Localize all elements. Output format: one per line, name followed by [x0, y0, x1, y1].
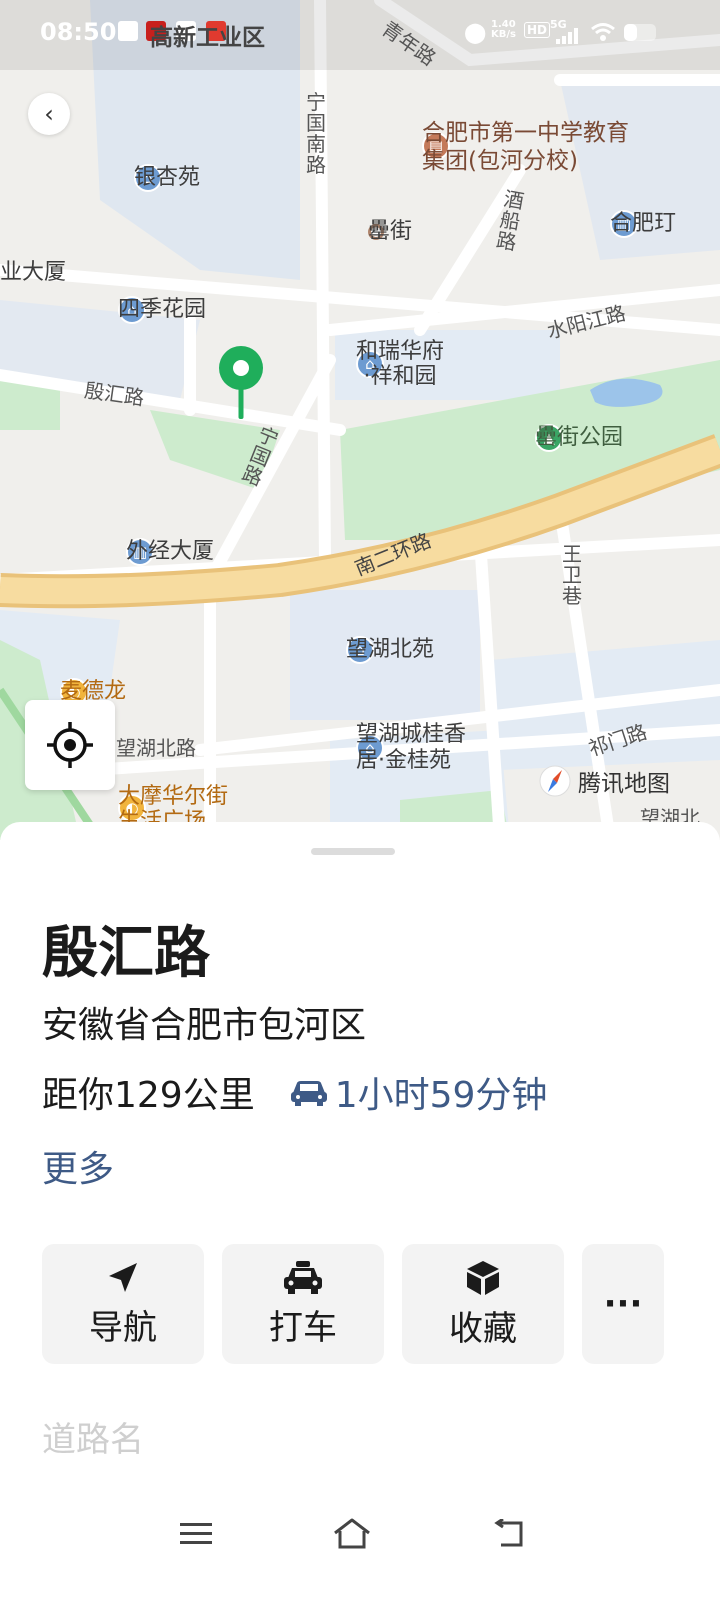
- poi-wanghu-beiyuan[interactable]: ⌂ 望湖北苑: [346, 636, 434, 664]
- section-title: 道路名: [42, 1420, 144, 1460]
- poi-label: 外经大厦: [126, 539, 215, 564]
- favorite-button[interactable]: 收藏: [402, 1244, 564, 1364]
- system-nav-bar: [0, 1480, 720, 1600]
- poi-label: 罍街公园: [535, 425, 624, 450]
- place-address: 安徽省合肥市包河区: [42, 1005, 367, 1046]
- poi-lei-jie[interactable]: 罍街: [368, 221, 412, 243]
- poi-waijing-dasha[interactable]: ▥ 外经大厦: [126, 538, 214, 566]
- distance-text: 距你129公里: [42, 1075, 255, 1116]
- drive-eta-text: 1小时59分钟: [334, 1075, 548, 1116]
- poi-damohua[interactable]: ◐ 大摩华尔街 生活广场: [118, 784, 228, 834]
- poi-label: 合肥玎: [610, 211, 677, 236]
- chevron-left-icon: ‹: [44, 100, 54, 128]
- hd-badge: HD: [524, 22, 551, 38]
- signal-icon: [556, 28, 578, 44]
- poi-hefei-no1-school[interactable]: ▤ 合肥市第一中学教育 集团(包河分校): [422, 120, 629, 174]
- taxi-label: 打车: [269, 1307, 337, 1348]
- map-view[interactable]: ⌂ 银杏苑 宁国南路 青年路 ▤ 合肥市第一中学教育 集团(包河分校) 罍街 酒…: [0, 0, 720, 840]
- compass-icon: [539, 765, 571, 797]
- distance-row: 距你129公里 1小时59分钟: [42, 1066, 547, 1118]
- poi-label-ye-dasha: 业大厦: [0, 260, 67, 285]
- battery-icon: [624, 24, 656, 41]
- more-dots-icon: ···: [603, 1284, 643, 1324]
- status-bar: 08:50 高新工业区 ⬤ 1.40 KB/s HD 5G: [0, 0, 720, 64]
- poi-label: 四季花园: [118, 297, 207, 322]
- status-time: 08:50: [40, 18, 117, 46]
- poi-he-rui-hua-fu[interactable]: 和瑞华府 ·祥和园 ⌂: [356, 339, 444, 389]
- menu-icon: [180, 1523, 212, 1544]
- back-nav-button[interactable]: [480, 1504, 540, 1564]
- navigate-label: 导航: [89, 1307, 157, 1348]
- place-title: 殷汇路: [42, 921, 210, 986]
- poi-hefei-partial[interactable]: ▥ 合肥玎: [610, 210, 676, 238]
- video-app-icon: [118, 21, 138, 41]
- more-actions-button[interactable]: ···: [582, 1244, 664, 1364]
- poi-siji-huayuan[interactable]: ⌂ 四季花园: [118, 296, 206, 324]
- road-label-wangwei-xiang: 王卫巷: [562, 542, 582, 608]
- poi-label: 合肥市第一中学教育 集团(包河分校): [422, 120, 629, 174]
- drag-handle[interactable]: [311, 848, 395, 855]
- locate-me-button[interactable]: [25, 700, 115, 790]
- poi-label: 和瑞华府 ·祥和园: [356, 338, 445, 389]
- road-label-ningguo-nanlu: 宁国南路: [306, 90, 326, 177]
- taxi-icon: [284, 1260, 322, 1294]
- taxi-button[interactable]: 打车: [222, 1244, 384, 1364]
- poi-label: 银杏苑: [134, 165, 201, 190]
- home-icon: [334, 1518, 370, 1549]
- home-button[interactable]: [322, 1504, 382, 1564]
- car-icon: [290, 1081, 327, 1106]
- drive-eta[interactable]: 1小时59分钟: [289, 1066, 548, 1118]
- poi-leijie-park[interactable]: ▲ 罍街公园: [535, 424, 623, 452]
- poi-wanghu-guixiang[interactable]: ⌂ 望湖城桂香 居·金桂苑: [356, 722, 466, 773]
- return-icon: [494, 1519, 523, 1547]
- poi-yinxing-yuan[interactable]: ⌂ 银杏苑: [134, 164, 200, 192]
- cube-icon: [467, 1260, 499, 1295]
- map-brand-text: 腾讯地图: [578, 771, 670, 797]
- location-icon: ⬤: [464, 20, 487, 44]
- menu-button[interactable]: [166, 1504, 226, 1564]
- back-button[interactable]: ‹: [28, 93, 70, 135]
- status-overlay-label: 高新工业区: [150, 25, 265, 51]
- poi-label: 望湖城桂香 居·金桂苑: [356, 722, 467, 773]
- crosshair-icon: [47, 722, 93, 768]
- navigation-arrow-icon: [109, 1262, 137, 1292]
- navigate-button[interactable]: 导航: [42, 1244, 204, 1364]
- poi-label: 望湖北苑: [346, 637, 435, 662]
- favorite-label: 收藏: [449, 1308, 517, 1349]
- more-link[interactable]: 更多: [42, 1140, 114, 1192]
- network-speed: 1.40 KB/s: [491, 19, 516, 40]
- map-brand-logo: 腾讯地图: [538, 764, 670, 798]
- wifi-icon: [591, 23, 615, 41]
- location-pin-icon[interactable]: [218, 345, 264, 421]
- road-label-wanghu-beilu: 望湖北路: [116, 736, 196, 760]
- poi-label: 罍街: [368, 219, 413, 244]
